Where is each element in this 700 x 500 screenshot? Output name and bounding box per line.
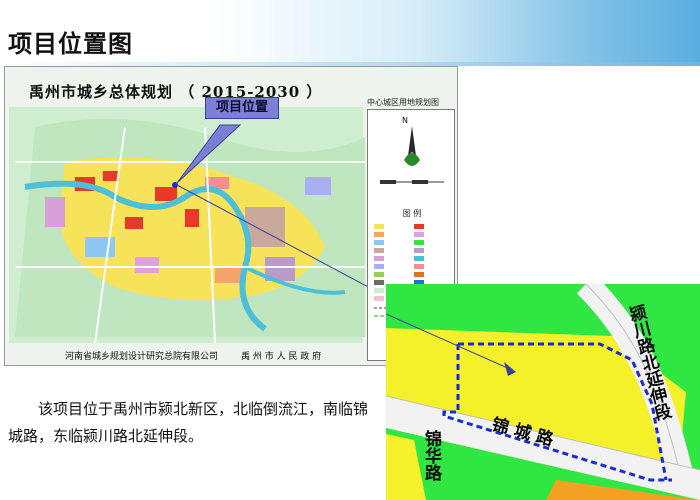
slide-title: 项目位置图	[8, 30, 133, 58]
plan-subtitle: 中心城区用地规划图	[367, 98, 439, 107]
compass-icon	[380, 126, 444, 184]
project-description: 该项目位于禹州市颍北新区，北临倒流江，南临锦城路，东临颍川路北延伸段。	[8, 400, 369, 445]
footer-government: 禹 州 市 人 民 政 府	[241, 352, 322, 362]
legend-title: 图 例	[402, 209, 422, 218]
project-location-callout: 项目位置	[205, 97, 279, 119]
site-zoom-map: 颍川路北延伸段 锦 城 路 锦华路	[386, 284, 700, 500]
road-label-jinhua: 锦华路	[421, 430, 441, 481]
north-label: N	[402, 116, 408, 125]
footer-institute: 河南省城乡规划设计研究总院有限公司	[65, 352, 219, 362]
